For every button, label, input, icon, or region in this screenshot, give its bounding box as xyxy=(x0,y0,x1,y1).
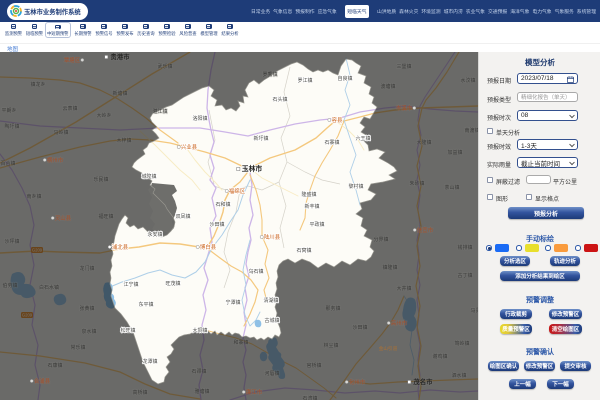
svg-text:兴业县: 兴业县 xyxy=(181,143,198,151)
svg-text:大垌镇: 大垌镇 xyxy=(192,327,207,334)
svg-text:谢鸡镇: 谢鸡镇 xyxy=(432,353,447,360)
svg-text:城隍镇: 城隍镇 xyxy=(141,173,156,180)
svg-text:和寨镇: 和寨镇 xyxy=(233,339,248,346)
svg-text:泉水镇: 泉水镇 xyxy=(81,328,96,335)
svg-text:大岭乡: 大岭乡 xyxy=(96,112,111,119)
svg-text:泗水镇: 泗水镇 xyxy=(451,372,466,379)
svg-text:新圩镇: 新圩镇 xyxy=(253,135,268,142)
svg-text:水汶镇: 水汶镇 xyxy=(460,77,475,84)
svg-text:乐民镇: 乐民镇 xyxy=(93,176,108,183)
svg-text:六王镇: 六王镇 xyxy=(355,135,370,142)
svg-text:南乡镇: 南乡镇 xyxy=(26,193,41,200)
svg-text:松旺镇: 松旺镇 xyxy=(120,327,135,334)
svg-text:罗江镇: 罗江镇 xyxy=(297,77,312,84)
svg-text:沙田镇: 沙田镇 xyxy=(209,221,224,228)
svg-text:新塘镇: 新塘镇 xyxy=(112,90,127,97)
svg-text:马岭镇: 马岭镇 xyxy=(53,129,68,136)
svg-text:横州市: 横州市 xyxy=(47,156,64,164)
svg-text:化州市: 化州市 xyxy=(349,378,366,386)
svg-text:朱砂镇: 朱砂镇 xyxy=(409,180,424,187)
svg-text:沙田镇: 沙田镇 xyxy=(352,324,367,331)
svg-text:钱排镇: 钱排镇 xyxy=(457,244,472,251)
svg-text:云表镇: 云表镇 xyxy=(62,105,77,112)
svg-text:武乐镇: 武乐镇 xyxy=(157,63,172,70)
svg-text:双凤镇: 双凤镇 xyxy=(175,213,190,220)
svg-text:大井镇: 大井镇 xyxy=(396,285,411,292)
svg-text:玉林市: 玉林市 xyxy=(242,164,263,173)
svg-text:福绵区: 福绵区 xyxy=(229,187,246,195)
svg-text:永安镇: 永安镇 xyxy=(147,231,162,238)
svg-text:新丰镇: 新丰镇 xyxy=(304,203,319,210)
svg-text:加益镇: 加益镇 xyxy=(447,149,462,156)
svg-text:旺茂镇: 旺茂镇 xyxy=(165,280,180,287)
svg-text:常乐镇: 常乐镇 xyxy=(70,344,85,351)
svg-text:宁潭镇: 宁潭镇 xyxy=(225,299,240,306)
svg-text:廉江市: 廉江市 xyxy=(246,388,263,396)
svg-text:平政镇: 平政镇 xyxy=(309,221,324,228)
svg-text:古城镇: 古城镇 xyxy=(264,317,279,324)
svg-text:陶圩镇: 陶圩镇 xyxy=(4,123,19,130)
svg-text:石颈镇: 石颈镇 xyxy=(191,368,206,375)
svg-text:龙潭镇: 龙潭镇 xyxy=(142,358,157,365)
svg-text:平朗乡: 平朗乡 xyxy=(1,107,16,114)
svg-text:博白县: 博白县 xyxy=(200,243,217,251)
svg-text:自良镇: 自良镇 xyxy=(337,75,352,82)
svg-text:沙坪镇: 沙坪镇 xyxy=(4,238,19,245)
svg-text:分界镇: 分界镇 xyxy=(373,236,388,243)
svg-text:南渡镇: 南渡镇 xyxy=(464,127,478,134)
svg-text:江宁镇: 江宁镇 xyxy=(123,281,138,288)
svg-text:张黄镇: 张黄镇 xyxy=(79,305,94,312)
svg-text:那务镇: 那务镇 xyxy=(325,305,340,312)
svg-text:石和镇: 石和镇 xyxy=(215,201,230,208)
svg-text:高桥镇: 高桥镇 xyxy=(132,389,147,396)
svg-text:石窝镇: 石窝镇 xyxy=(296,247,311,254)
svg-text:清湖镇: 清湖镇 xyxy=(263,297,278,304)
svg-text:浦北县: 浦北县 xyxy=(112,243,129,251)
svg-text:石康镇: 石康镇 xyxy=(47,362,62,369)
svg-text:茶山镇: 茶山镇 xyxy=(444,184,459,191)
svg-text:白石水镇: 白石水镇 xyxy=(39,284,59,291)
svg-text:雅塘镇: 雅塘镇 xyxy=(194,388,209,395)
svg-text:贵港市: 贵港市 xyxy=(110,52,130,61)
svg-text:隆盛镇: 隆盛镇 xyxy=(301,191,316,198)
svg-text:石湾镇: 石湾镇 xyxy=(302,395,317,400)
svg-text:福旺镇: 福旺镇 xyxy=(98,213,113,220)
svg-text:乌石镇: 乌石镇 xyxy=(248,268,263,275)
svg-text:高州市: 高州市 xyxy=(391,319,408,327)
svg-text:龙门镇: 龙门镇 xyxy=(79,265,94,272)
svg-text:东平镇: 东平镇 xyxy=(138,301,153,308)
svg-text:林尘镇: 林尘镇 xyxy=(323,342,338,349)
svg-text:岑溪市: 岑溪市 xyxy=(396,104,413,112)
svg-text:湛江镇: 湛江镇 xyxy=(152,108,167,115)
svg-text:笃岭镇: 笃岭镇 xyxy=(454,340,469,347)
svg-text:波塘镇: 波塘镇 xyxy=(380,83,395,90)
svg-text:镇隆镇: 镇隆镇 xyxy=(382,264,397,271)
svg-text:大隆镇: 大隆镇 xyxy=(416,139,431,146)
svg-text:石头镇: 石头镇 xyxy=(272,96,287,103)
svg-text:罗秀镇: 罗秀镇 xyxy=(262,71,277,78)
svg-text:马贵镇: 马贵镇 xyxy=(470,307,478,314)
svg-text:合浦县: 合浦县 xyxy=(34,377,51,385)
svg-text:镇龙乡: 镇龙乡 xyxy=(30,81,45,88)
svg-text:灵山县: 灵山县 xyxy=(55,214,72,222)
svg-text:金山引道: 金山引道 xyxy=(379,345,398,352)
svg-text:古丁镇: 古丁镇 xyxy=(457,272,472,279)
svg-text:木梓镇: 木梓镇 xyxy=(116,137,131,144)
svg-text:石寨镇: 石寨镇 xyxy=(324,139,339,146)
svg-text:河唇镇: 河唇镇 xyxy=(264,370,279,377)
svg-text:信宜市: 信宜市 xyxy=(417,226,434,234)
svg-text:容县: 容县 xyxy=(332,116,343,124)
svg-text:百合镇: 百合镇 xyxy=(0,160,15,167)
svg-text:覃塘区: 覃塘区 xyxy=(64,56,81,64)
svg-text:洛阳镇: 洛阳镇 xyxy=(192,115,207,122)
svg-text:陆川县: 陆川县 xyxy=(264,233,281,241)
svg-text:伯劳镇: 伯劳镇 xyxy=(2,282,17,289)
svg-text:三堡镇: 三堡镇 xyxy=(396,63,411,70)
svg-text:茂名市: 茂名市 xyxy=(412,377,433,386)
svg-text:黎村镇: 黎村镇 xyxy=(348,183,363,190)
svg-text:官桥镇: 官桥镇 xyxy=(306,362,321,369)
